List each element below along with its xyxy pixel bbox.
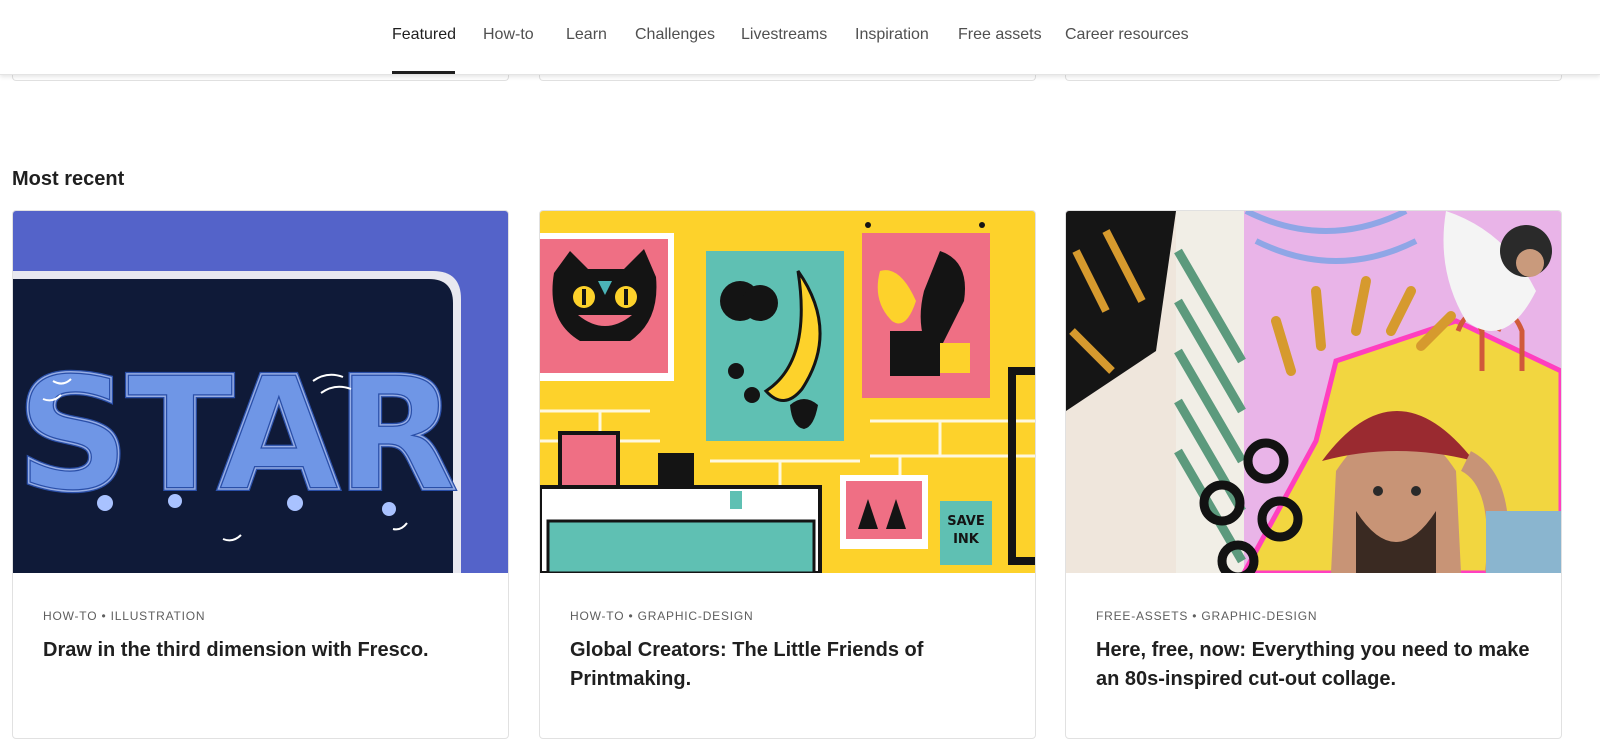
card-category: FREE-ASSETS • GRAPHIC-DESIGN [1096, 609, 1318, 623]
section-title: Most recent [12, 168, 125, 190]
article-card[interactable]: STAR STAR HOW-TO • ILLUSTRATION Draw in … [12, 210, 509, 739]
tab-inspiration[interactable]: Inspiration [855, 26, 929, 44]
tab-how-to[interactable]: How-to [483, 26, 534, 44]
card-category: HOW-TO • GRAPHIC-DESIGN [570, 609, 754, 623]
svg-text:STAR: STAR [16, 343, 455, 527]
tab-career-resources[interactable]: Career resources [1065, 26, 1189, 44]
collage-thumbnail[interactable] [1066, 211, 1561, 573]
card-category: HOW-TO • ILLUSTRATION [43, 609, 206, 623]
article-card[interactable]: FREE-ASSETS • GRAPHIC-DESIGN Here, free,… [1065, 210, 1562, 739]
article-card[interactable]: SAVE INK HOW-TO • GRAPHIC-DESIGN Global C… [539, 210, 1036, 739]
printmaking-thumbnail[interactable]: SAVE INK [540, 211, 1035, 573]
active-tab-indicator [392, 71, 455, 74]
tab-featured[interactable]: Featured [392, 26, 456, 44]
tab-free-assets[interactable]: Free assets [958, 26, 1042, 44]
card-title[interactable]: Draw in the third dimension with Fresco. [43, 636, 483, 665]
card-title[interactable]: Here, free, now: Everything you need to … [1096, 636, 1536, 694]
card-title[interactable]: Global Creators: The Little Friends of P… [570, 636, 1010, 694]
star-lettering-thumbnail[interactable]: STAR STAR [13, 211, 508, 573]
top-navigation: Featured How-to Learn Challenges Livestr… [0, 0, 1600, 75]
tab-learn[interactable]: Learn [566, 26, 607, 44]
tab-livestreams[interactable]: Livestreams [741, 26, 827, 44]
tab-challenges[interactable]: Challenges [635, 26, 715, 44]
